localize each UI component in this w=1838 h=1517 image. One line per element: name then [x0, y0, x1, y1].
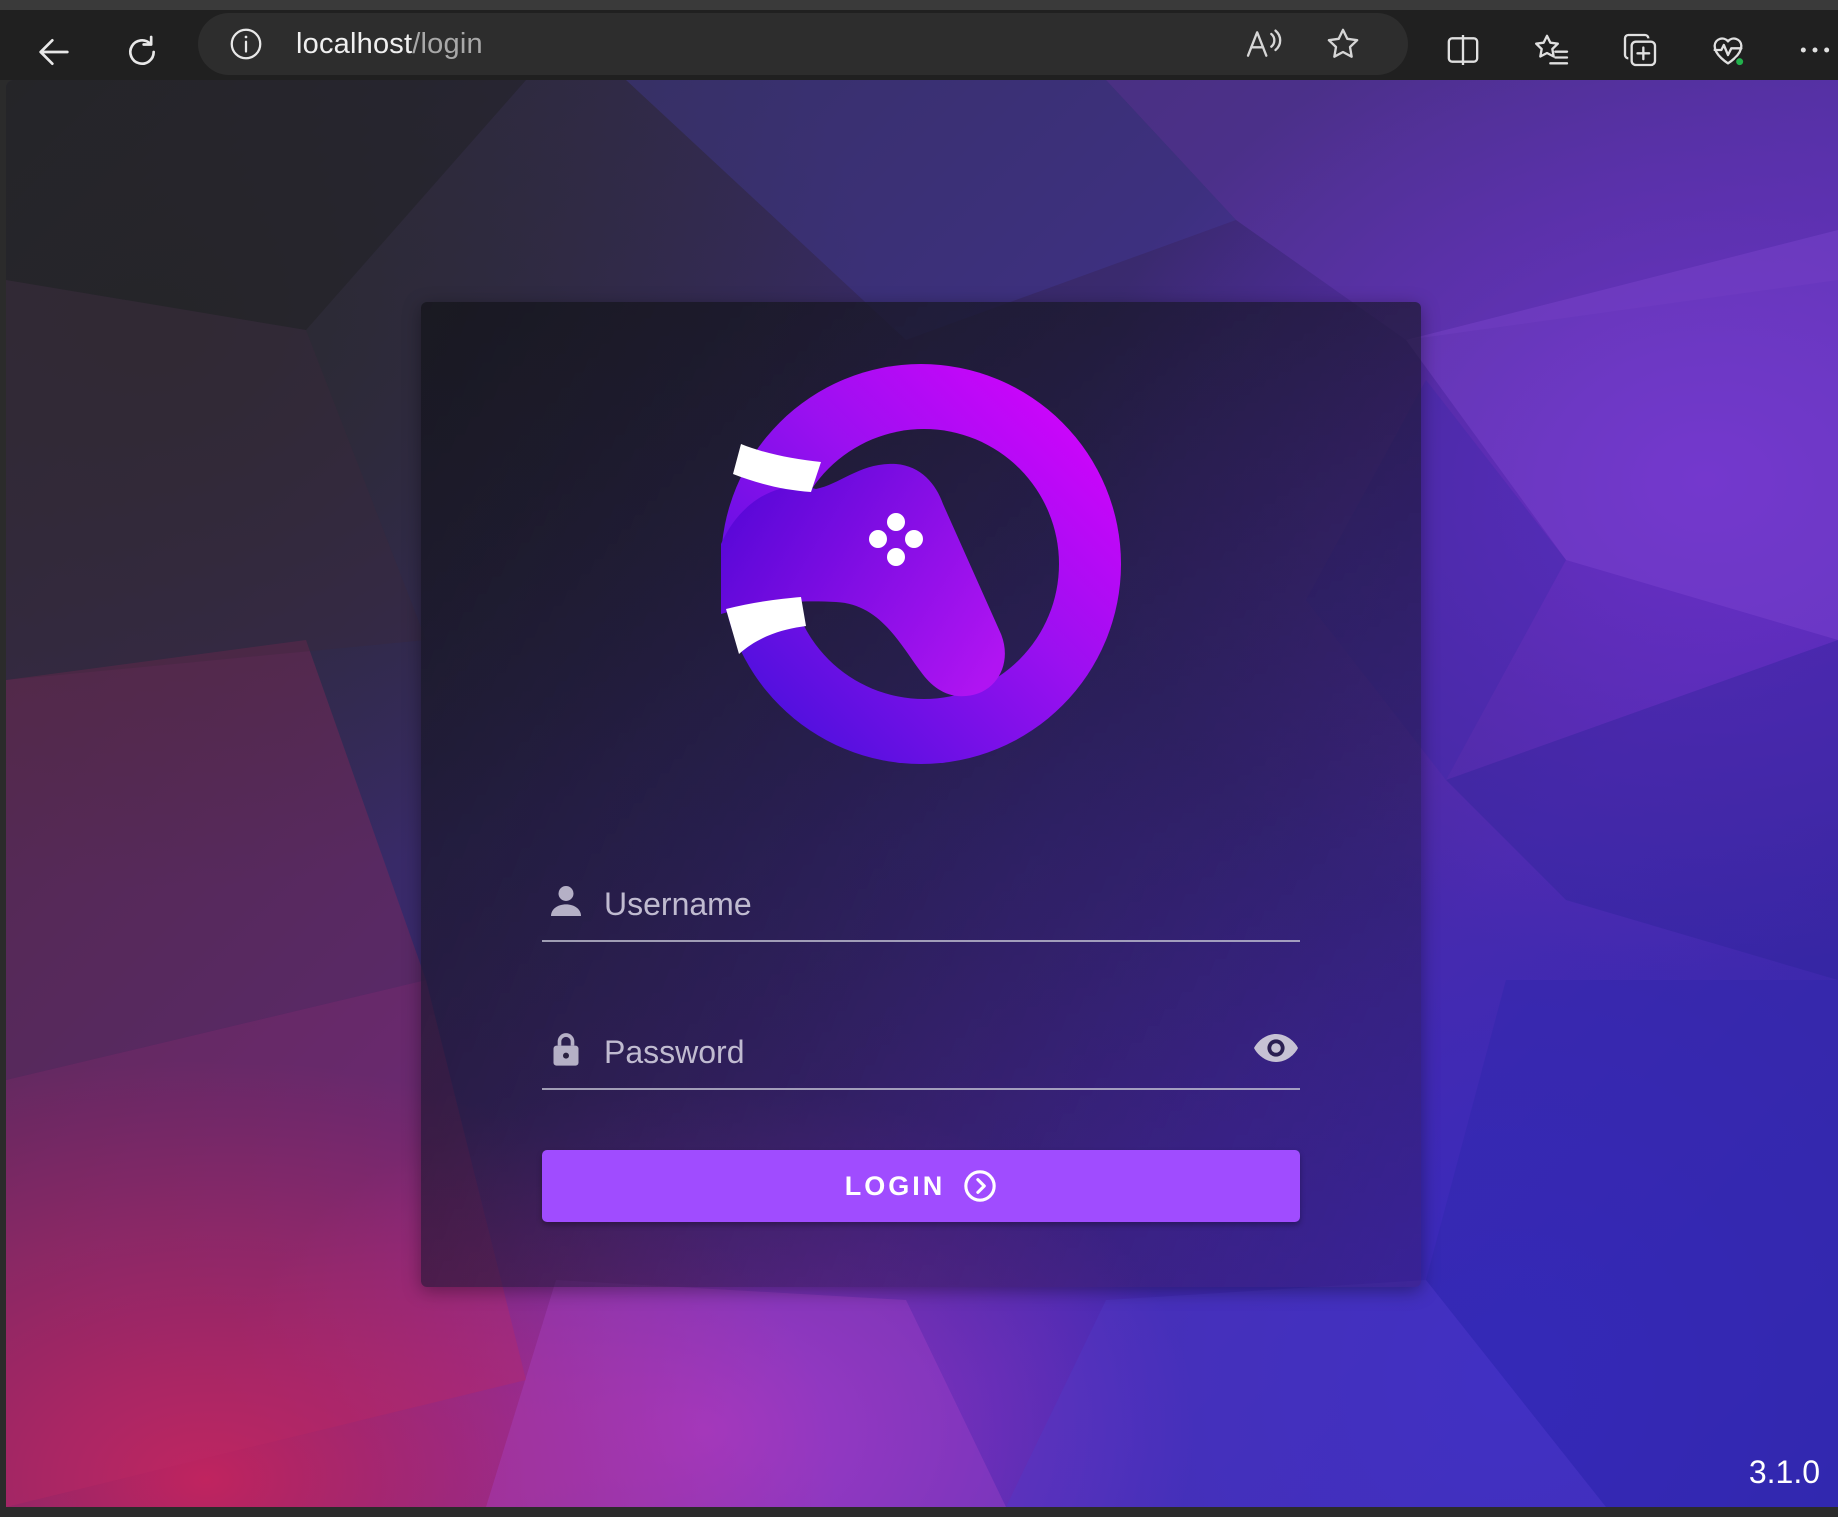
split-screen-icon[interactable]	[1443, 30, 1483, 70]
login-button-label: LOGIN	[844, 1170, 946, 1201]
password-input[interactable]	[602, 1028, 1222, 1076]
username-input[interactable]	[602, 880, 1222, 928]
url-text[interactable]: localhost/login	[296, 27, 483, 61]
url-path: /login	[412, 28, 483, 60]
login-button[interactable]: LOGIN	[542, 1150, 1300, 1222]
person-icon	[551, 886, 581, 916]
password-field	[542, 1010, 1300, 1090]
login-card: LOGIN	[421, 302, 1421, 1287]
arrow-left-icon	[39, 39, 69, 65]
eye-icon[interactable]	[1252, 1028, 1300, 1068]
gamepad-logo-icon	[721, 364, 1121, 764]
address-bar[interactable]: localhost/login	[198, 13, 1408, 75]
collections-icon[interactable]	[1620, 30, 1660, 70]
refresh-icon	[129, 35, 155, 65]
browser-toolbar: localhost/login	[0, 0, 1838, 80]
info-icon[interactable]	[228, 26, 264, 62]
read-aloud-icon[interactable]	[1243, 24, 1283, 64]
back-button[interactable]	[22, 20, 86, 84]
username-field	[542, 862, 1300, 942]
chevron-right-circle-icon	[964, 1170, 996, 1202]
page-viewport: LOGIN 3.1.0	[6, 80, 1838, 1507]
favorites-list-icon[interactable]	[1532, 30, 1572, 70]
lock-icon	[553, 1033, 579, 1066]
version-label: 3.1.0	[1748, 1454, 1820, 1490]
url-host: localhost	[296, 28, 413, 60]
refresh-button[interactable]	[110, 20, 174, 84]
heart-pulse-icon[interactable]	[1708, 30, 1748, 70]
star-icon[interactable]	[1323, 24, 1363, 64]
more-dots-icon[interactable]	[1795, 30, 1835, 70]
